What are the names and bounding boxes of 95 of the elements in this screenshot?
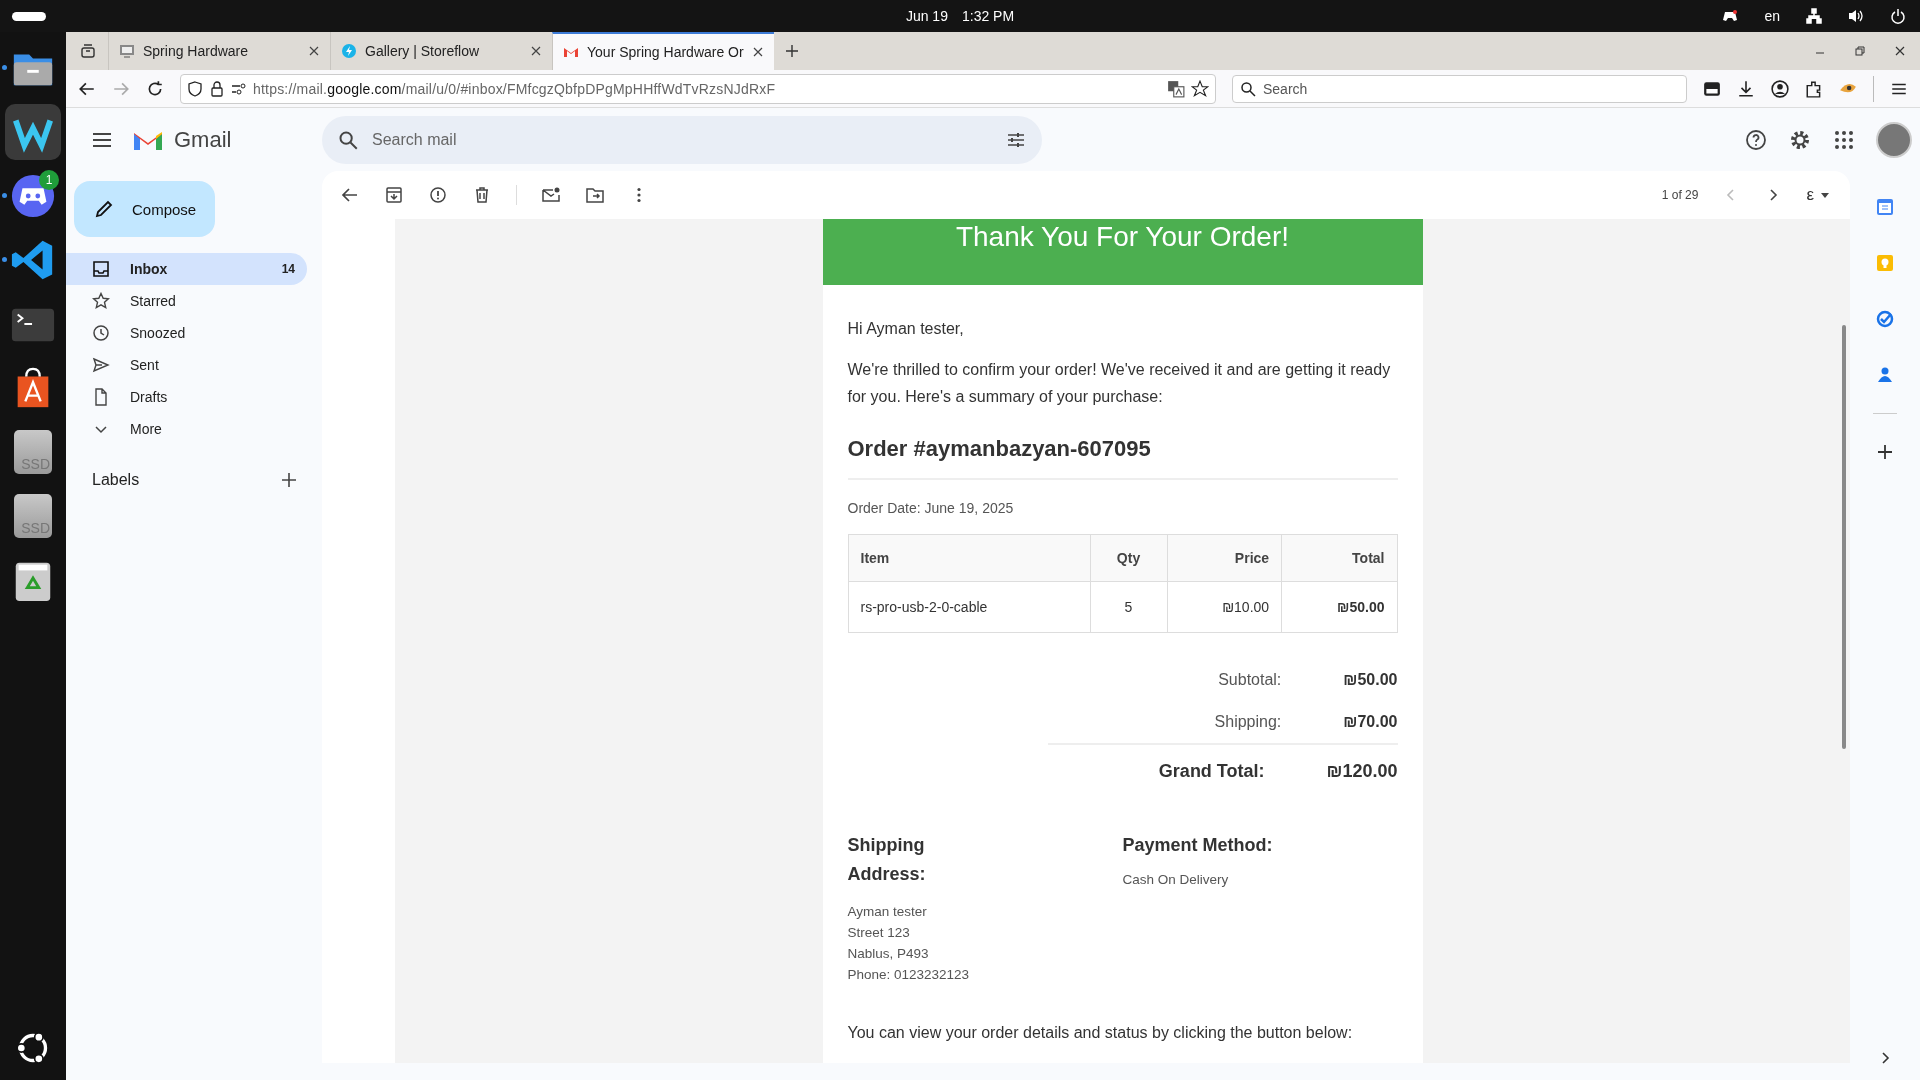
mailbox-item[interactable]: More <box>66 413 307 445</box>
dock-item[interactable] <box>5 104 61 160</box>
mailbox-item[interactable]: Sent <box>66 349 307 381</box>
caret-down-icon <box>1820 190 1830 200</box>
dock-item[interactable]: 1 <box>5 168 61 224</box>
send-arrow-icon <box>92 356 110 374</box>
table-cell: rs-pro-usb-2-0-cable <box>848 581 1090 633</box>
calendar-icon[interactable] <box>1875 197 1895 217</box>
power-icon[interactable] <box>1890 8 1906 24</box>
table-cell: 5 <box>1090 581 1167 633</box>
avatar[interactable] <box>1876 121 1912 158</box>
address-line: Street 123 <box>847 924 911 942</box>
column-header: Total <box>1281 534 1397 582</box>
intro-paragraph: We're thrilled to confirm your order! We've received it and are getting it ready for you. Here's a summary of your purchase: <box>847 360 1392 407</box>
language-indicator[interactable]: en <box>1764 8 1780 24</box>
mailbox-item[interactable]: Snoozed <box>66 317 307 349</box>
email-heading: Thank You For Your Order! <box>955 221 1290 252</box>
close-icon[interactable] <box>308 45 320 57</box>
account-icon[interactable] <box>1771 79 1789 98</box>
payment-heading: Payment Method: <box>1122 834 1274 857</box>
address-line: Phone: 0123232123 <box>847 966 971 984</box>
mark-unread-icon[interactable] <box>541 185 561 205</box>
person-icon[interactable] <box>1875 365 1895 385</box>
puzzle-piece-icon[interactable] <box>1805 79 1823 98</box>
payment-method: Cash On Delivery <box>1122 872 1230 887</box>
time-text[interactable]: 1:32 PM <box>961 8 1015 24</box>
date-text[interactable]: Jun 19 <box>905 8 948 24</box>
url-text: https://mail.google.com/mail/u/0/#inbox/FMfcgzQbfpDPgMpHHffWdTvRzsNJdRxF <box>253 80 777 97</box>
total-value: ₪70.00 <box>1343 713 1398 731</box>
plus-icon[interactable] <box>1875 442 1895 462</box>
scrollbar[interactable] <box>1842 325 1846 749</box>
reload-icon[interactable] <box>146 79 164 98</box>
column-header: Qty <box>1090 534 1167 582</box>
notification-badge: 1 <box>39 170 59 190</box>
compose-button[interactable]: Compose <box>74 181 215 237</box>
close-icon[interactable] <box>1894 45 1906 57</box>
volume-icon[interactable] <box>1848 8 1864 24</box>
close-icon[interactable] <box>530 45 542 57</box>
pencil-icon <box>94 199 114 219</box>
unread-count: 14 <box>281 262 295 276</box>
restore-icon[interactable] <box>1854 45 1866 57</box>
document-icon <box>92 388 110 406</box>
network-icon[interactable] <box>1806 8 1822 24</box>
table-cell: ₪10.00 <box>1167 581 1282 633</box>
column-header: Price <box>1167 534 1282 582</box>
total-label: Subtotal: <box>1218 671 1282 689</box>
column-header: Item <box>848 534 1090 582</box>
shield-icon <box>187 80 203 97</box>
total-value: ₪120.00 <box>1326 760 1398 782</box>
search-icon <box>338 129 358 150</box>
task-check-icon[interactable] <box>1875 309 1895 329</box>
labels-heading: Labels <box>92 471 140 489</box>
mailbox-item[interactable]: Drafts <box>66 381 307 413</box>
browser-tab[interactable]: Your Spring Hardware Or <box>552 32 774 70</box>
browser-search-field[interactable]: Search <box>1232 74 1687 103</box>
star-icon <box>92 292 110 310</box>
greeting-text: Hi Ayman tester, <box>847 319 965 339</box>
download-icon[interactable] <box>1737 79 1755 98</box>
gmail-wordmark: Gmail <box>174 126 232 153</box>
address-line: Nablus, P493 <box>847 945 930 963</box>
total-value: ₪50.00 <box>1343 671 1398 689</box>
clock-icon <box>92 324 110 342</box>
alert-icon[interactable] <box>428 185 448 205</box>
move-to-folder-icon[interactable] <box>585 185 605 205</box>
total-label: Shipping: <box>1214 713 1282 731</box>
star-icon[interactable] <box>1191 79 1209 98</box>
total-label: Grand Total: <box>1158 760 1265 782</box>
game-controller-icon[interactable] <box>1722 8 1739 24</box>
tab-overview-icon[interactable] <box>80 43 96 59</box>
permissions-icon <box>231 80 247 97</box>
shipping-heading: Shipping Address: <box>847 834 927 886</box>
help-icon[interactable] <box>1744 127 1768 152</box>
monitor-icon <box>119 43 135 59</box>
close-icon[interactable] <box>752 46 764 58</box>
mailbox-item[interactable]: Inbox 14 <box>66 253 307 285</box>
activities-indicator[interactable] <box>12 11 46 21</box>
lock-icon <box>209 80 225 97</box>
pagination-text: 1 of 29 <box>1661 188 1699 202</box>
mailbox-item[interactable]: Starred <box>66 285 307 317</box>
archive-icon[interactable] <box>384 185 404 205</box>
footer-text: You can view your order details and status by clicking the button below: <box>847 1023 1354 1043</box>
translate-icon[interactable] <box>1167 79 1185 98</box>
inbox-tray-icon <box>92 260 110 278</box>
mail-search-field[interactable]: Search mail <box>322 115 1042 164</box>
order-title: Order #aymanbazyan-607095 <box>847 436 1152 462</box>
search-icon <box>1240 80 1256 97</box>
plus-icon[interactable] <box>280 471 298 489</box>
order-date: Order Date: June 19, 2025 <box>847 500 1015 516</box>
input-tools-button[interactable]: ε <box>1806 185 1830 205</box>
address-line: Ayman tester <box>847 903 928 921</box>
address-bar[interactable]: https://mail.google.com/mail/u/0/#inbox/FMfcgzQbfpDPgMpHHffWdTvRzsNJdRxF <box>180 73 1216 104</box>
reader-icon[interactable] <box>1703 79 1721 98</box>
new-tab-icon[interactable] <box>784 43 800 59</box>
table-cell: ₪50.00 <box>1281 581 1397 633</box>
lightning-icon <box>341 43 357 59</box>
